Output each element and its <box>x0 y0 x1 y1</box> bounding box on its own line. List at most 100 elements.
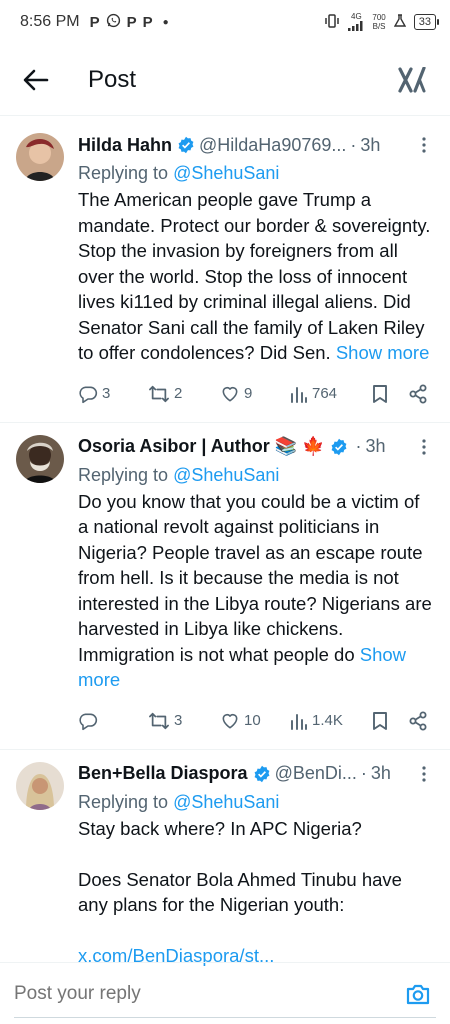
separator-dot: · <box>350 134 357 155</box>
author-name[interactable]: Osoria Asibor | Author <box>78 436 270 457</box>
views-button[interactable]: 1.4K <box>290 712 372 730</box>
avatar[interactable] <box>16 434 64 483</box>
author-handle[interactable]: @BenDi... <box>275 763 357 784</box>
more-vertical-icon <box>422 438 426 455</box>
app-p-icon: P <box>126 13 137 31</box>
replying-to-line: Replying to @ShehuSani <box>78 464 280 485</box>
signal-icon: 4G <box>348 13 364 31</box>
replying-to-line: Replying to @ShehuSani <box>78 163 280 183</box>
status-system-icons: 4G 700 B/S 33 <box>324 13 440 31</box>
avatar[interactable] <box>16 761 64 810</box>
reply-composer <box>0 962 450 1024</box>
replying-to-mention[interactable]: @ShehuSani <box>173 163 279 183</box>
post-time[interactable]: 3h <box>366 436 386 457</box>
views-chart-icon <box>291 386 307 403</box>
replying-to-mention[interactable]: @ShehuSani <box>173 465 279 485</box>
verified-badge-icon <box>254 765 270 782</box>
replies-feed: Hilda Hahn @HildaHa90769... · 3h Replyin… <box>0 121 450 969</box>
like-button[interactable]: 9 <box>220 384 290 404</box>
post-time[interactable]: 3h <box>371 763 391 784</box>
page-title: Post <box>88 65 137 93</box>
back-button[interactable] <box>0 44 72 116</box>
more-options-button[interactable] <box>414 438 434 455</box>
author-name[interactable]: Hilda Hahn <box>78 135 172 156</box>
action-bar: 3 10 1.4K <box>78 693 434 749</box>
more-options-button[interactable] <box>414 765 434 782</box>
share-icon <box>409 711 427 730</box>
separator-dot: · <box>360 763 367 783</box>
vibrate-icon <box>324 13 340 31</box>
reply-text[interactable]: Stay back where? In APC Nigeria? Does Se… <box>78 816 434 969</box>
views-count: 764 <box>312 385 338 402</box>
input-underline <box>14 1017 436 1018</box>
battery-indicator: 33 <box>413 14 440 30</box>
heart-icon <box>222 713 238 728</box>
replying-to-mention[interactable]: @ShehuSani <box>173 792 279 812</box>
reply-input[interactable] <box>14 982 400 1005</box>
network-speed: 700 B/S <box>372 13 386 31</box>
reply-text[interactable]: Do you know that you could be a victim o… <box>78 489 434 693</box>
reply-paragraph: Does Senator Bola Ahmed Tinubu have any … <box>78 868 402 916</box>
arrow-left-icon <box>23 69 49 90</box>
network-type: 4G <box>351 12 362 21</box>
share-button[interactable] <box>408 711 432 731</box>
heart-icon <box>222 386 238 401</box>
comment-icon <box>79 713 98 730</box>
flask-icon <box>393 13 406 31</box>
author-name-emoji: 📚 🍁 <box>274 436 325 456</box>
camera-button[interactable] <box>400 976 436 1012</box>
status-time: 8:56 PM <box>20 13 80 30</box>
reply-text[interactable]: The American people gave Trump a mandate… <box>78 187 434 366</box>
bookmark-icon <box>373 711 387 730</box>
replying-to-line: Replying to @ShehuSani <box>78 791 280 812</box>
post-time[interactable]: 3h <box>360 135 380 156</box>
share-button[interactable] <box>408 384 432 404</box>
comment-icon <box>79 386 98 403</box>
verified-badge-icon <box>178 136 194 154</box>
whatsapp-icon <box>106 13 121 32</box>
grok-icon <box>398 66 426 93</box>
app-p-icon: P <box>89 13 100 31</box>
repost-icon <box>149 385 169 402</box>
reply-item[interactable]: Osoria Asibor | Author 📚 🍁 · 3h Replying… <box>0 423 450 750</box>
repost-count: 2 <box>174 385 183 402</box>
bookmark-button[interactable] <box>372 711 408 731</box>
avatar[interactable] <box>16 133 64 181</box>
reply-item[interactable]: Ben+Bella Diaspora @BenDi... · 3h Replyi… <box>0 750 450 969</box>
more-vertical-icon <box>422 137 426 153</box>
reply-button[interactable] <box>78 711 148 731</box>
action-bar: 3 2 9 764 <box>78 366 434 422</box>
like-count: 10 <box>244 712 261 729</box>
repost-button[interactable]: 2 <box>148 384 220 404</box>
grok-button[interactable] <box>382 50 442 110</box>
author-handle[interactable]: @HildaHa90769... <box>199 135 346 156</box>
reply-count: 3 <box>102 385 111 402</box>
status-notification-icons: P P P ● <box>90 13 169 32</box>
more-options-button[interactable] <box>414 137 434 153</box>
share-icon <box>409 384 427 403</box>
repost-count: 3 <box>174 712 183 729</box>
repost-button[interactable]: 3 <box>148 711 220 731</box>
more-vertical-icon <box>422 765 426 782</box>
top-app-bar: Post <box>0 44 450 116</box>
verified-badge-icon <box>331 438 346 455</box>
reply-paragraph: Stay back where? In APC Nigeria? <box>78 817 362 839</box>
camera-icon <box>406 984 430 1004</box>
status-bar: 8:56 PM P P P ● 4G 700 B/S 33 <box>0 0 450 44</box>
like-count: 9 <box>244 385 253 402</box>
reply-item[interactable]: Hilda Hahn @HildaHa90769... · 3h Replyin… <box>0 121 450 423</box>
separator-dot: · <box>355 436 362 456</box>
bookmark-button[interactable] <box>372 384 408 404</box>
show-more-link[interactable]: Show more <box>336 342 430 363</box>
app-p-icon: P <box>142 13 153 31</box>
author-name[interactable]: Ben+Bella Diaspora <box>78 763 248 784</box>
repost-icon <box>149 712 169 729</box>
like-button[interactable]: 10 <box>220 711 290 731</box>
views-chart-icon <box>291 713 307 730</box>
views-button[interactable]: 764 <box>290 385 372 403</box>
more-notifications-dot-icon: ● <box>162 16 169 28</box>
views-count: 1.4K <box>312 712 343 729</box>
reply-button[interactable]: 3 <box>78 384 148 404</box>
